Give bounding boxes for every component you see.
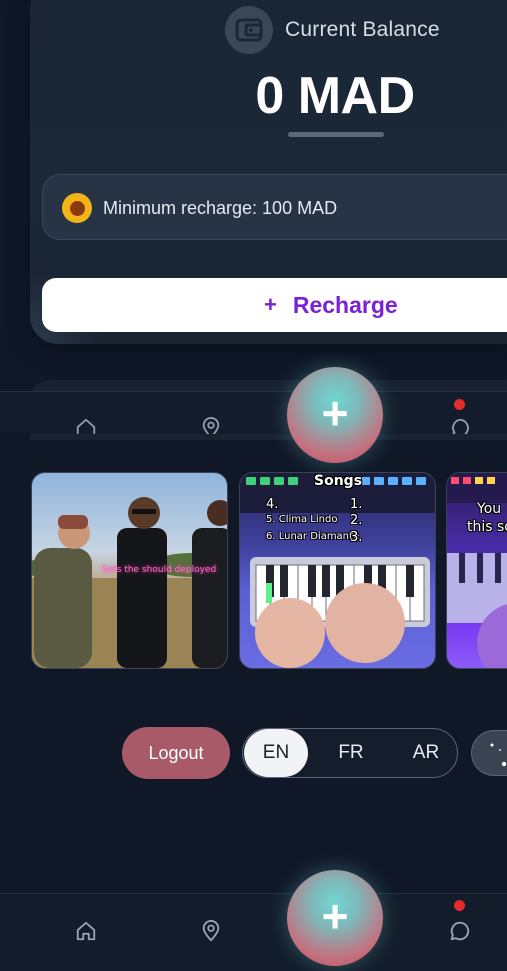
- song-line-3: 5. Clima Lindo: [266, 514, 338, 525]
- song-line-2: 1.: [350, 497, 363, 512]
- overlay-line-2: this so: [467, 519, 507, 535]
- language-option-en[interactable]: EN: [244, 729, 308, 777]
- notification-dot: [454, 399, 465, 410]
- page: Current Balance 0 MAD Minimum recharge: …: [0, 0, 507, 971]
- coin-icon: [62, 193, 92, 223]
- song-line-6: 3.: [350, 530, 363, 545]
- video-thumbnail-3[interactable]: You this so: [446, 472, 507, 669]
- thumbnail-overlay-text: Sets the should deployed: [102, 565, 217, 575]
- add-fab-button[interactable]: +: [287, 870, 383, 966]
- song-line-1: 4.: [266, 497, 279, 512]
- overlay-line-1: You: [477, 501, 502, 517]
- video-thumbnail-2[interactable]: Songs 4. 1. 5. Clima Lindo 2. 6. Lunar D…: [239, 472, 436, 669]
- video-thumbnail-1[interactable]: Sets the should deployed: [31, 472, 228, 669]
- balance-underline: [288, 132, 384, 137]
- song-line-5: 6. Lunar Diamante: [266, 531, 360, 542]
- balance-card: Current Balance 0 MAD Minimum recharge: …: [30, 0, 507, 344]
- balance-amount: 0 MAD: [255, 67, 415, 125]
- chat-icon[interactable]: [448, 416, 472, 434]
- nav-bar-ghost: [0, 391, 507, 434]
- home-icon[interactable]: [74, 416, 98, 434]
- recharge-button[interactable]: + Recharge: [42, 278, 507, 332]
- add-fab-button[interactable]: +: [287, 367, 383, 463]
- stars-icon: [490, 743, 507, 767]
- chat-icon[interactable]: [448, 919, 472, 943]
- notification-dot: [454, 900, 465, 911]
- home-icon[interactable]: [74, 919, 98, 943]
- plus-icon: +: [321, 387, 349, 439]
- min-recharge-text: Minimum recharge: 100 MAD: [103, 198, 338, 218]
- language-option-ar[interactable]: AR: [394, 729, 458, 777]
- language-option-fr[interactable]: FR: [319, 729, 383, 777]
- theme-toggle[interactable]: [471, 730, 507, 776]
- bottom-nav-bar: [0, 893, 507, 971]
- min-recharge-notice: Minimum recharge: 100 MAD: [42, 174, 507, 240]
- song-line-4: 2.: [350, 513, 363, 528]
- wallet-icon: [225, 6, 273, 54]
- plus-icon: +: [264, 292, 277, 317]
- recharge-label: Recharge: [292, 291, 398, 318]
- location-icon[interactable]: [199, 416, 223, 434]
- balance-label: Current Balance: [285, 18, 440, 41]
- thumbnail-title: Songs: [314, 473, 363, 489]
- location-icon[interactable]: [199, 919, 223, 943]
- plus-icon: +: [321, 890, 349, 942]
- language-switcher: EN FR AR: [242, 728, 458, 778]
- logout-button[interactable]: Logout: [122, 727, 230, 779]
